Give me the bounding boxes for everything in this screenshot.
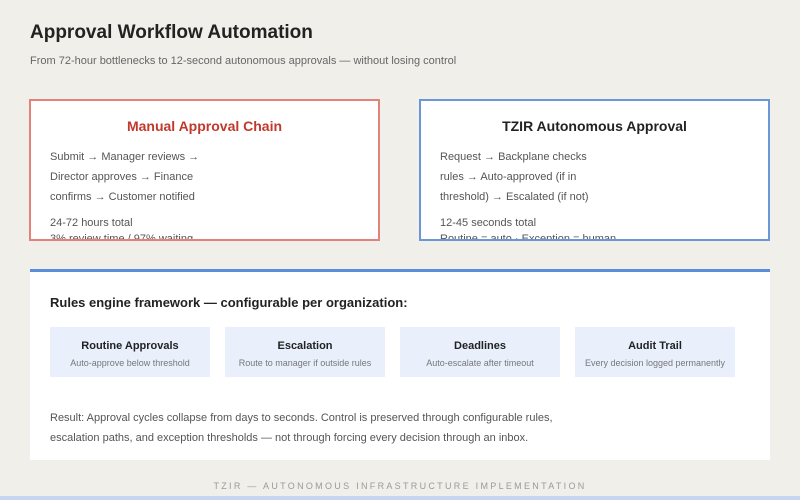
rule-card-title: Routine Approvals <box>81 340 179 352</box>
rule-card-routine-approvals: Routine Approvals Auto-approve below thr… <box>50 327 210 377</box>
rule-card-description: Auto-escalate after timeout <box>426 358 534 368</box>
autonomous-approval-title: TZIR Autonomous Approval <box>502 118 687 134</box>
manual-approval-flow: Submit → Manager reviews → Director appr… <box>50 151 200 203</box>
manual-approval-breakdown: 3% review time / 97% waiting <box>50 233 194 241</box>
autonomous-approval-breakdown: Routine = auto · Exception = human <box>440 233 617 241</box>
manual-approval-title: Manual Approval Chain <box>126 118 283 134</box>
rule-card-description: Route to manager if outside rules <box>238 358 372 368</box>
autonomous-approval-duration: 12-45 seconds total <box>440 217 537 229</box>
rule-card-escalation: Escalation Route to manager if outside r… <box>225 327 385 377</box>
rules-engine-panel: Rules engine framework — configurable pe… <box>30 269 770 460</box>
rule-card-title: Audit Trail <box>628 340 682 352</box>
autonomous-approval-flow: Request → Backplane checks rules → Auto-… <box>440 151 589 203</box>
rules-engine-result: Result: Approval cycles collapse from da… <box>50 412 553 444</box>
rule-card-description: Every decision logged permanently <box>584 358 726 368</box>
rules-engine-heading: Rules engine framework — configurable pe… <box>50 295 408 310</box>
autonomous-approval-box: TZIR Autonomous Approval Request → Backp… <box>419 99 770 241</box>
rule-card-deadlines: Deadlines Auto-escalate after timeout <box>400 327 560 377</box>
manual-approval-box: Manual Approval Chain Submit → Manager r… <box>29 99 380 241</box>
rule-card-audit-trail: Audit Trail Every decision logged perman… <box>575 327 735 377</box>
manual-approval-duration: 24-72 hours total <box>50 217 133 229</box>
rule-card-title: Escalation <box>277 340 333 352</box>
rule-card-title: Deadlines <box>454 340 506 352</box>
rule-card-description: Auto-approve below threshold <box>70 358 190 368</box>
autonomous-approval-meta: 12-45 seconds total Routine = auto · Exc… <box>440 215 617 241</box>
page-subtitle: From 72-hour bottlenecks to 12-second au… <box>30 55 457 67</box>
bottom-accent-line <box>0 496 800 500</box>
page-title: Approval Workflow Automation <box>30 22 313 43</box>
manual-approval-meta: 24-72 hours total 3% review time / 97% w… <box>50 215 194 241</box>
footer-text: TZIR — AUTONOMOUS INFRASTRUCTURE IMPLEME… <box>213 481 587 491</box>
